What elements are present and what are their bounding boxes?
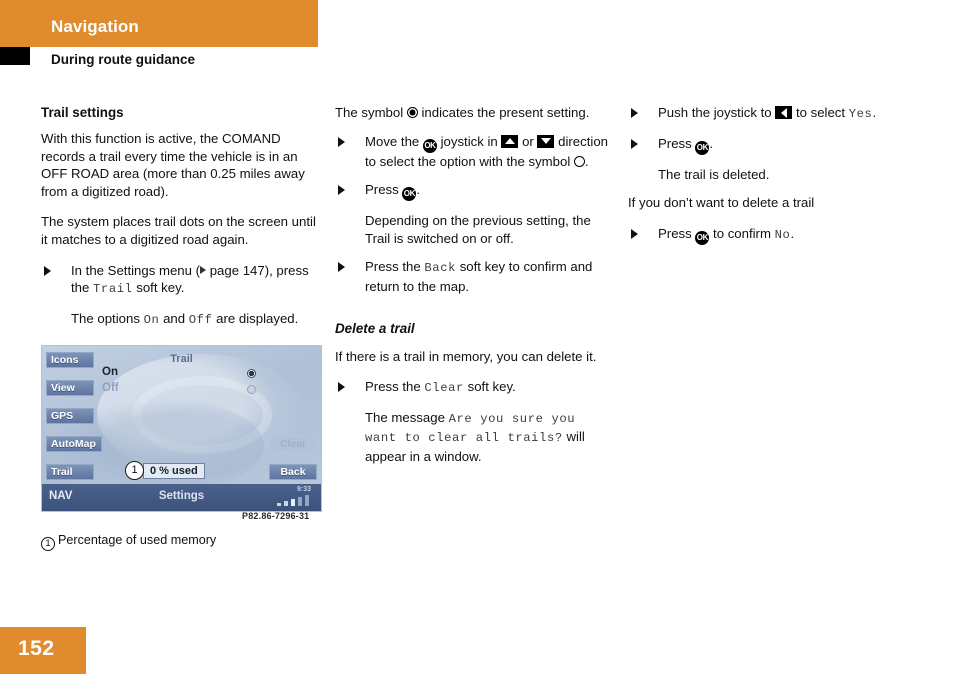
figure-softkey-clear[interactable]: Clear (269, 436, 317, 452)
step-text-prefix: Press the (365, 259, 425, 275)
option-no: No (774, 227, 791, 242)
option-off: Off (188, 312, 213, 327)
figure-radio-off-icon[interactable] (247, 385, 256, 394)
result-trail-switched: Depending on the previous setting, the T… (365, 213, 591, 246)
step-push-joystick-left: Push the joystick to to select Yes. (628, 104, 918, 124)
figure-softkey-icons[interactable]: Icons (46, 352, 94, 368)
figure-option-on-label[interactable]: On (102, 366, 118, 378)
softkey-name-trail: Trail (93, 282, 133, 297)
column-three: Push the joystick to to select Yes. Pres… (628, 104, 918, 256)
result-confirmation-message: The message Are you sure you want to cle… (335, 409, 613, 466)
step-text-b: joystick in (436, 133, 502, 149)
paragraph-trail-dots: The system places trail dots on the scre… (41, 214, 316, 247)
paragraph-symbol-present-setting: The symbol indicates the present setting… (335, 104, 613, 122)
symbol-text-suffix: indicates the present setting. (417, 105, 590, 120)
step-text-a: Push the joystick to (658, 105, 776, 120)
left-arrow-icon (775, 106, 793, 119)
step-text-a: Move the (365, 133, 423, 149)
section-title: During route guidance (51, 52, 196, 67)
step-open-settings-menu: In the Settings menu ( page 147), press … (41, 262, 317, 299)
bullet-triangle-icon (338, 382, 345, 393)
result-text-suffix: are displayed. (212, 310, 299, 326)
figure-memory-used-value: 0 % used (143, 463, 205, 479)
bullet-triangle-icon (44, 265, 51, 276)
result-trail-deleted: The trail is deleted. (658, 166, 770, 182)
caption-callout-number: 1 (41, 537, 55, 551)
figure-softkey-automap[interactable]: AutoMap (46, 436, 102, 452)
section-marker-block (0, 47, 30, 65)
comand-screen-figure: Trail Icons View GPS AutoMap Trail Clear… (41, 345, 322, 512)
result-text-mid: and (159, 310, 189, 326)
step-text-prefix: Press (365, 182, 403, 198)
page-number: 152 (18, 637, 55, 660)
step-text-c: . (872, 105, 877, 120)
figure-softkey-trail[interactable]: Trail (46, 464, 94, 480)
step-text-prefix: Press (658, 225, 696, 241)
figure-option-off-label[interactable]: Off (102, 382, 119, 394)
bullet-triangle-icon (338, 262, 345, 273)
step-text-suffix: soft key. (132, 280, 185, 296)
ok-button-icon: OK (402, 187, 417, 202)
up-arrow-icon (501, 134, 519, 148)
figure-softkey-view[interactable]: View (46, 380, 94, 396)
step-text-suffix: soft key. (463, 379, 516, 395)
paragraph-delete-intro: If there is a trail in memory, you can d… (335, 348, 597, 364)
softkey-name-back: Back (424, 261, 457, 276)
symbol-text-prefix: The symbol (335, 105, 407, 120)
bullet-triangle-icon (338, 185, 345, 196)
chapter-header-bar (0, 0, 318, 47)
step-text-c: or (518, 133, 538, 149)
option-yes: Yes (848, 107, 873, 121)
step-press-ok-confirm-no: Press OK to confirm No. (628, 225, 918, 245)
radio-empty-icon (573, 155, 585, 167)
option-on: On (143, 312, 160, 327)
manual-page: Navigation During route guidance Trail s… (0, 0, 954, 674)
step-text-prefix: Press the (365, 379, 425, 395)
figure-softkey-back[interactable]: Back (269, 464, 317, 480)
heading-delete-a-trail: Delete a trail (335, 320, 415, 336)
ok-button-icon: OK (422, 138, 437, 153)
step-press-clear-softkey: Press the Clear soft key. (335, 378, 613, 398)
chapter-title: Navigation (51, 17, 139, 36)
bullet-triangle-icon (338, 136, 345, 147)
step-text-prefix: Press (658, 135, 696, 151)
result-text-prefix: The options (71, 310, 144, 326)
message-text-prefix: The message (365, 409, 449, 425)
figure-image-code: P82.86-7296-31 (242, 511, 310, 521)
bullet-triangle-icon (631, 138, 638, 149)
figure-signal-bars-icon (276, 495, 314, 507)
figure-radio-on-icon[interactable] (247, 369, 256, 378)
figure-status-bar: NAV Settings 9:33 (42, 484, 321, 511)
step-text-suffix: . (790, 225, 795, 241)
step-press-ok: Press OK. (335, 181, 613, 202)
step-text-suffix: . (709, 135, 714, 151)
step-text-suffix: . (416, 182, 421, 198)
column-two: The symbol indicates the present setting… (335, 104, 613, 477)
step-text-prefix: In the Settings menu ( (71, 262, 201, 278)
step-text-b: to select (792, 105, 849, 120)
softkey-name-clear: Clear (424, 381, 464, 396)
bullet-triangle-icon (631, 228, 638, 239)
ok-button-icon: OK (695, 140, 710, 155)
paragraph-dont-delete: If you don’t want to delete a trail (628, 195, 815, 211)
radio-filled-icon (406, 107, 418, 118)
down-arrow-icon (537, 134, 555, 148)
heading-trail-settings: Trail settings (41, 105, 124, 120)
step-press-ok-confirm: Press OK. (628, 135, 918, 155)
figure-softkey-gps[interactable]: GPS (46, 408, 94, 424)
paragraph-trail-function: With this function is active, the COMAND… (41, 131, 305, 199)
figure-callout-number: 1 (125, 461, 144, 480)
step-text-mid: to confirm (709, 225, 775, 241)
step-move-joystick: Move the OK joystick in or direction to … (335, 133, 613, 171)
step-text-e: . (584, 153, 589, 169)
result-options-displayed: The options On and Off are displayed. (41, 310, 317, 330)
caption-text: Percentage of used memory (58, 533, 217, 547)
step-press-back-softkey: Press the Back soft key to confirm and r… (335, 258, 613, 295)
bullet-triangle-icon (631, 108, 638, 118)
column-one: Trail settings With this function is act… (41, 104, 317, 340)
figure-status-clock: 9:33 (296, 486, 311, 493)
ok-button-icon: OK (695, 230, 710, 245)
figure-caption: 1 Percentage of used memory (41, 533, 216, 551)
